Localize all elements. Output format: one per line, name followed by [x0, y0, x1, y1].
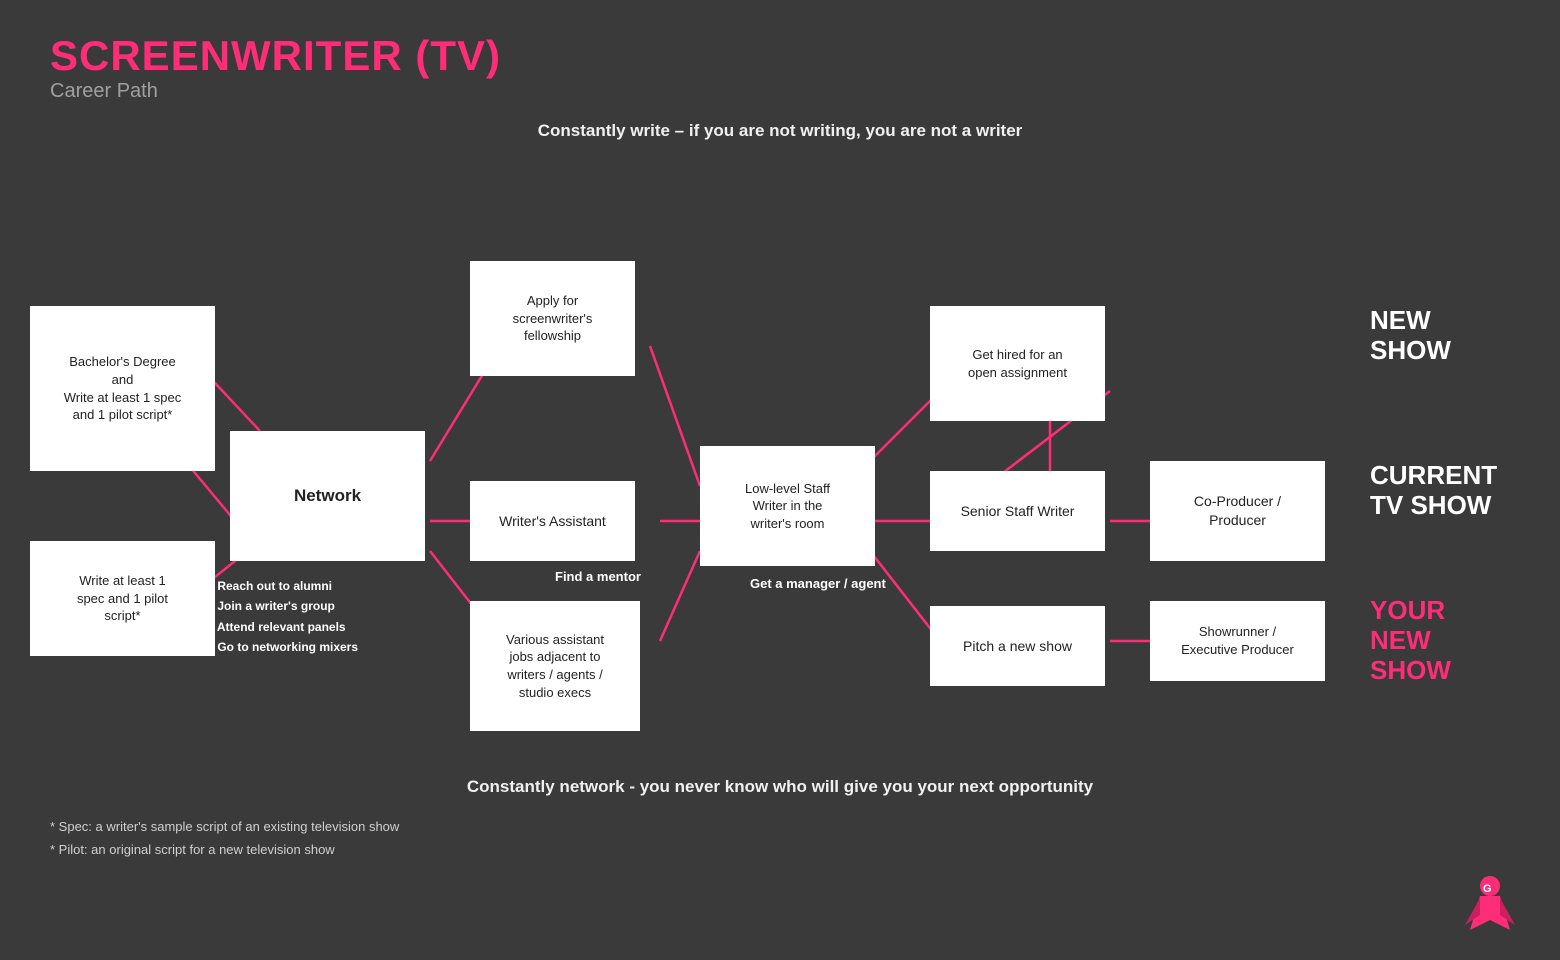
- footnote-spec: * Spec: a writer's sample script of an e…: [50, 815, 1510, 838]
- bottom-motto: Constantly network - you never know who …: [0, 777, 1560, 797]
- node-bachelor: Bachelor's Degree and Write at least 1 s…: [30, 306, 215, 471]
- node-apply-fellowship: Apply for screenwriter's fellowship: [470, 261, 635, 376]
- footnotes: * Spec: a writer's sample script of an e…: [0, 797, 1560, 862]
- footnote-pilot: * Pilot: an original script for a new te…: [50, 838, 1510, 861]
- network-tips: - Reach out to alumni - Join a writer's …: [210, 576, 358, 658]
- page-title: SCREENWRITER (TV): [50, 32, 1510, 80]
- svg-text:G: G: [1483, 883, 1492, 895]
- label-current-tv-show: CURRENT TV SHOW: [1370, 461, 1497, 521]
- label-new-show: NEW SHOW: [1370, 306, 1451, 366]
- node-pitch-new-show: Pitch a new show: [930, 606, 1105, 686]
- node-network: Network: [230, 431, 425, 561]
- header: SCREENWRITER (TV) Career Path: [0, 0, 1560, 111]
- node-writers-assistant: Writer's Assistant: [470, 481, 635, 561]
- get-manager-label: Get a manager / agent: [750, 576, 886, 591]
- top-motto: Constantly write – if you are not writin…: [0, 121, 1560, 141]
- node-showrunner: Showrunner / Executive Producer: [1150, 601, 1325, 681]
- mascot-icon: G: [1460, 870, 1520, 940]
- node-get-hired: Get hired for an open assignment: [930, 306, 1105, 421]
- diagram-area: Bachelor's Degree and Write at least 1 s…: [0, 151, 1560, 771]
- node-various-assistant: Various assistant jobs adjacent to write…: [470, 601, 640, 731]
- node-senior-staff: Senior Staff Writer: [930, 471, 1105, 551]
- page-subtitle: Career Path: [50, 80, 1510, 103]
- node-low-level-staff: Low-level Staff Writer in the writer's r…: [700, 446, 875, 566]
- node-write-spec: Write at least 1 spec and 1 pilot script…: [30, 541, 215, 656]
- find-mentor-label: Find a mentor: [555, 569, 641, 584]
- label-your-new-show: YOUR NEW SHOW: [1370, 596, 1451, 686]
- node-co-producer: Co-Producer / Producer: [1150, 461, 1325, 561]
